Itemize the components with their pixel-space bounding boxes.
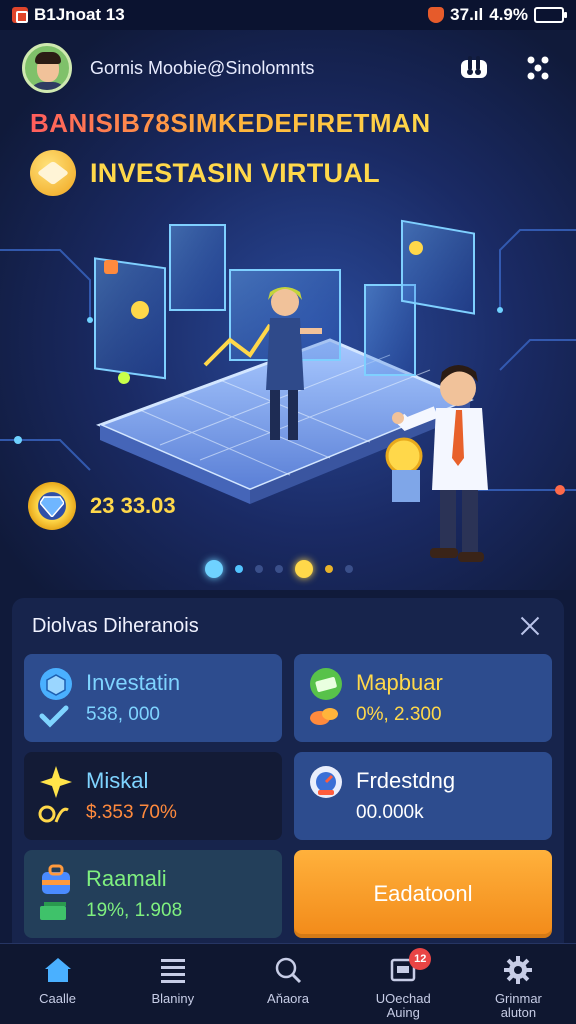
device-icon[interactable] <box>458 52 490 84</box>
status-signal: 37.ıl <box>450 5 484 24</box>
status-time: B1Jnoat 13 <box>34 5 125 24</box>
headline-main: INVESTASIN VIRTUAL <box>90 157 380 188</box>
shield-icon <box>428 7 445 23</box>
close-icon[interactable] <box>516 612 544 640</box>
carousel-dot[interactable] <box>205 560 223 578</box>
status-right: 37.ıl 4.9% <box>428 5 567 25</box>
status-battery-percent: 4.9% <box>489 5 528 24</box>
panel-title: Diolvas Diheranois <box>32 614 199 637</box>
app-header: Gornis Moobie@Sinolomnts <box>22 40 554 96</box>
briefcase-icon <box>42 864 70 894</box>
nav-item-inbox[interactable]: 12 UOechad Auing <box>346 944 461 1024</box>
headline-top: BANISIB78SIMKEDEFIRETMAN <box>30 108 431 138</box>
avatar[interactable] <box>22 43 72 93</box>
search-icon <box>272 954 304 986</box>
stat-card-mapbuar[interactable]: Mapbuar 0%, 2.300 <box>294 654 552 742</box>
stat-card-miskal[interactable]: Miskal $.353 70% <box>24 752 282 840</box>
card-value: 19%, 1.908 <box>86 900 183 921</box>
card-title: Mapbuar <box>356 670 443 695</box>
menu-dots-icon[interactable] <box>522 52 554 84</box>
nav-item-home[interactable]: Caalle <box>0 944 115 1024</box>
carousel-dot[interactable] <box>235 565 243 573</box>
carousel-dot[interactable] <box>255 565 263 573</box>
stat-card-frdestdng[interactable]: Frdestdng 00.000k <box>294 752 552 840</box>
card-title: Investatin <box>86 670 181 695</box>
notification-badge: 12 <box>409 948 432 970</box>
nav-item-list[interactable]: Blaniny <box>115 944 230 1024</box>
status-bar: B1Jnoat 13 37.ıl 4.9% <box>0 0 576 30</box>
balance-row: 23 33.03 <box>28 482 176 530</box>
stat-card-raamali[interactable]: Raamali 19%, 1.908 <box>24 850 282 938</box>
nav-item-settings[interactable]: Grinmar aluton <box>461 944 576 1024</box>
card-title: Frdestdng <box>356 768 456 793</box>
panel-header: Diolvas Diheranois <box>24 598 552 654</box>
stat-cards-grid: Investatin 538, 000 Mapbuar 0%, 2.300 Mi… <box>24 654 552 938</box>
nav-label: Caalle <box>39 991 77 1006</box>
nav-label: Aňaora <box>267 991 309 1006</box>
card-title: Miskal <box>86 768 149 793</box>
card-value: 538, 000 <box>86 704 160 725</box>
gear-icon <box>502 954 534 986</box>
card-title: Raamali <box>86 866 167 891</box>
primary-action-button[interactable]: Eadatoonl <box>294 850 552 938</box>
carousel-dots[interactable] <box>205 560 353 578</box>
summary-panel: Diolvas Diheranois Investatin 538, 000 M… <box>12 598 564 943</box>
nav-label: Blaniny <box>151 991 195 1006</box>
card-value: 0%, 2.300 <box>356 704 442 725</box>
carousel-dot[interactable] <box>275 565 283 573</box>
nav-label: UOechad Auing <box>375 991 431 1020</box>
app-notification-icon <box>12 7 28 23</box>
money-stack-icon <box>40 902 66 920</box>
nav-item-search[interactable]: Aňaora <box>230 944 345 1024</box>
inbox-icon: 12 <box>387 948 432 986</box>
cash-icon <box>310 668 342 700</box>
box-icon <box>40 668 72 700</box>
list-icon <box>157 954 189 986</box>
stat-card-investatin[interactable]: Investatin 538, 000 <box>24 654 282 742</box>
check-icon <box>39 705 69 728</box>
bottom-nav: Caalle Blaniny Aňaora 12 UOechad Auing G… <box>0 943 576 1024</box>
carousel-dot[interactable] <box>345 565 353 573</box>
carousel-dot[interactable] <box>325 565 333 573</box>
card-value: $.353 70% <box>86 802 177 823</box>
username: Gornis Moobie@Sinolomnts <box>90 57 315 78</box>
card-value: 00.000k <box>356 802 424 823</box>
carousel-dot[interactable] <box>295 560 313 578</box>
coins-icon <box>310 708 338 725</box>
nav-label: Grinmar aluton <box>494 991 542 1020</box>
home-icon <box>42 954 74 986</box>
sprout-icon <box>38 805 69 823</box>
gauge-icon <box>310 766 342 798</box>
balance-value: 23 33.03 <box>90 493 176 518</box>
sparkle-icon <box>40 766 72 798</box>
hero-banner: Gornis Moobie@Sinolomnts BANISIB78SIMKED… <box>0 30 576 590</box>
gem-icon <box>28 482 76 530</box>
battery-icon <box>534 7 567 23</box>
